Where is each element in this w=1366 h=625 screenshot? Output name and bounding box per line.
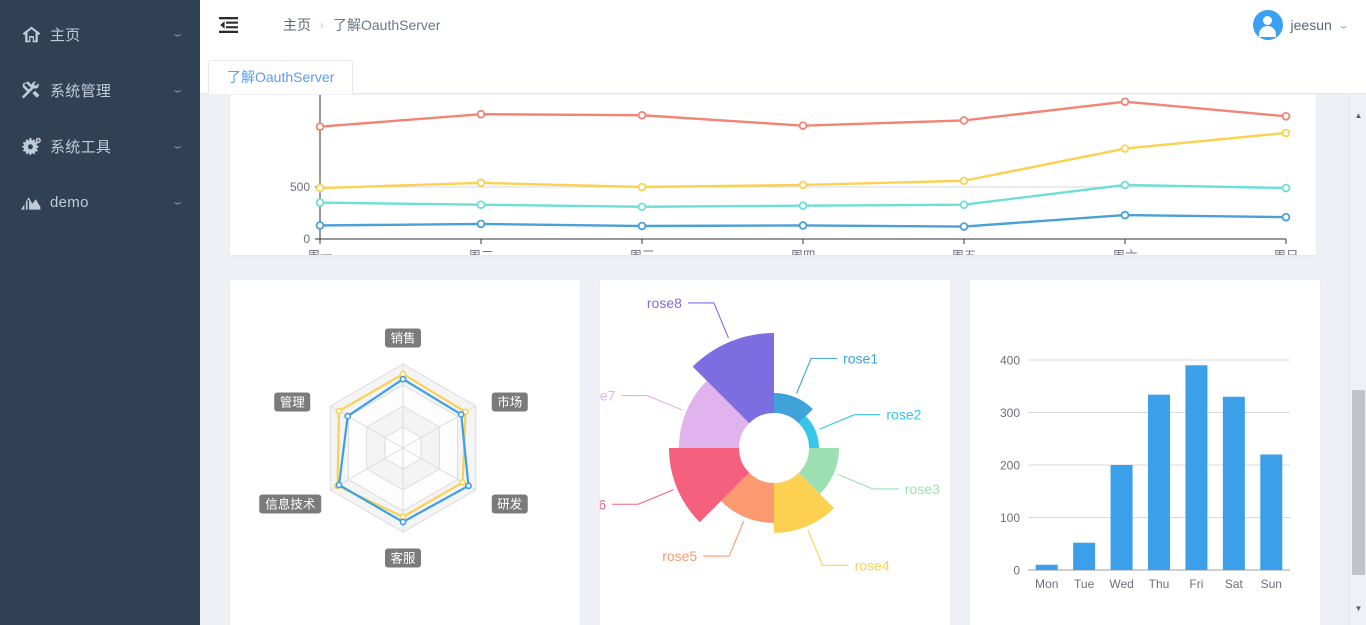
sidebar: 主页 ⌄ 系统管理 ⌄ 系统工具 ⌄ demo ⌄: [0, 0, 200, 625]
rose-slice-label: rose3: [905, 481, 940, 497]
sidebar-item-label: demo: [50, 193, 89, 211]
rose-slice: [798, 416, 819, 448]
rose-slice-label: rose6: [600, 496, 606, 512]
svg-text:销售: 销售: [390, 331, 415, 346]
svg-text:300: 300: [1000, 406, 1020, 420]
user-name: jeesun: [1290, 17, 1332, 33]
radar-axis-label: 信息技术: [259, 494, 322, 514]
bar: [1148, 394, 1170, 570]
chevron-down-icon: ⌄: [170, 84, 185, 95]
svg-text:客服: 客服: [390, 551, 416, 566]
chevron-right-icon: ›: [320, 18, 324, 32]
svg-text:信息技术: 信息技术: [265, 497, 316, 512]
app-root: 主页 ⌄ 系统管理 ⌄ 系统工具 ⌄ demo ⌄ 主页 › 了解OauthSe…: [0, 0, 1366, 625]
tab-label: 了解OauthServer: [227, 69, 335, 85]
sidebar-item-home[interactable]: 主页 ⌄: [0, 6, 200, 62]
bar-chart[interactable]: 0 100 200 300 400 Mon Tue Wed Thu Fri Sat Sun: [970, 280, 1320, 625]
scroll-down-arrow-icon[interactable]: ▼: [1350, 600, 1366, 617]
chevron-down-icon: ⌄: [1336, 20, 1350, 31]
svg-text:周六: 周六: [1112, 249, 1137, 255]
radar-axis-label: 市场: [491, 392, 528, 412]
rose-slice-label: rose8: [647, 295, 682, 311]
bar-x-label: Sat: [1225, 577, 1244, 591]
bar: [1110, 465, 1133, 570]
rose-slice-label: rose7: [600, 388, 616, 404]
chevron-down-icon: ⌄: [170, 140, 185, 151]
svg-text:0: 0: [1013, 564, 1020, 578]
breadcrumb: 主页 › 了解OauthServer: [283, 15, 440, 35]
sidebar-item-system-tools[interactable]: 系统工具 ⌄: [0, 118, 200, 174]
gears-icon: [20, 137, 42, 155]
breadcrumb-home[interactable]: 主页: [283, 15, 311, 35]
sidebar-item-system-management[interactable]: 系统管理 ⌄: [0, 62, 200, 118]
rose-slice-label: rose1: [843, 350, 878, 366]
scroll-up-arrow-icon[interactable]: ▲: [1350, 107, 1366, 124]
scrollbar-thumb[interactable]: [1352, 390, 1365, 575]
bar: [1035, 564, 1058, 570]
bar-x-label: Tue: [1074, 577, 1095, 591]
radar-axis-label: 销售: [385, 328, 421, 348]
bar-x-label: Fri: [1189, 577, 1203, 591]
rose-slice-label: rose5: [662, 548, 697, 564]
svg-text:研发: 研发: [497, 497, 523, 512]
chart-icon: [20, 195, 42, 210]
breadcrumb-current: 了解OauthServer: [333, 17, 441, 33]
user-avatar-icon: [1252, 10, 1283, 40]
radar-chart[interactable]: 销售市场研发客服 信息技术 管理: [230, 280, 580, 625]
svg-text:周五: 周五: [951, 249, 976, 255]
content-scroll-area: 0500周一周二周三周四周五周六周日 销售市场研发客服信息技术管理 rose1r…: [200, 95, 1366, 625]
user-menu[interactable]: jeesun ⌄: [1252, 0, 1350, 50]
svg-text:周四: 周四: [790, 249, 815, 255]
bar-x-label: Mon: [1035, 577, 1058, 591]
svg-text:管理: 管理: [280, 395, 306, 410]
line-chart-card: 0 500 周一 周二 周三 周四 周五 周六 周日: [230, 95, 1316, 255]
rose-chart-card: rose1 rose2 rose3 rose4 rose5 rose6 rose7 rose8: [600, 280, 950, 625]
bar: [1185, 365, 1208, 570]
svg-text:周二: 周二: [468, 249, 493, 255]
collapse-sidebar-icon[interactable]: [211, 0, 245, 50]
svg-text:0: 0: [303, 232, 310, 246]
chevron-down-icon: ⌄: [170, 28, 185, 39]
bar: [1222, 396, 1245, 570]
rose-slice-label: rose4: [855, 557, 890, 573]
bar-x-label: Thu: [1149, 577, 1170, 591]
radar-axis-label: 管理: [274, 392, 311, 412]
radar-axis-label: 客服: [385, 548, 421, 568]
svg-text:100: 100: [1000, 511, 1020, 525]
vertical-scrollbar[interactable]: ▲ ▼: [1349, 95, 1366, 625]
svg-text:周日: 周日: [1273, 249, 1298, 255]
rose-chart[interactable]: rose1 rose2 rose3 rose4 rose5 rose6 rose7 rose8: [600, 280, 950, 625]
sidebar-item-label: 系统工具: [50, 138, 112, 156]
bar-x-label: Wed: [1109, 577, 1133, 591]
sidebar-item-demo[interactable]: demo ⌄: [0, 174, 200, 230]
main-area: 主页 › 了解OauthServer jeesun ⌄ 了解OauthServe…: [200, 0, 1366, 625]
bar: [1073, 542, 1096, 570]
home-icon: [20, 26, 42, 43]
bar: [1260, 454, 1283, 570]
chevron-down-icon: ⌄: [170, 196, 185, 207]
sidebar-item-label: 主页: [50, 26, 81, 44]
tools-icon: [20, 81, 42, 99]
radar-chart-card: 销售市场研发客服 信息技术 管理: [230, 280, 580, 625]
svg-text:周三: 周三: [629, 249, 654, 255]
svg-text:市场: 市场: [497, 395, 522, 410]
tab-understand-oauthserver[interactable]: 了解OauthServer: [208, 60, 354, 94]
bar-x-label: Sun: [1261, 577, 1282, 591]
sidebar-item-label: 系统管理: [50, 82, 112, 100]
radar-axis-label: 研发: [491, 494, 528, 514]
tabs-bar: 了解OauthServer: [200, 50, 1366, 94]
top-navbar: 主页 › 了解OauthServer jeesun ⌄: [200, 0, 1366, 50]
svg-text:400: 400: [1000, 354, 1020, 368]
bar-chart-card: 0 100 200 300 400 Mon Tue Wed Thu Fri Sat Sun: [970, 280, 1320, 625]
svg-text:周一: 周一: [307, 249, 332, 255]
svg-text:200: 200: [1000, 459, 1020, 473]
line-chart[interactable]: 0 500 周一 周二 周三 周四 周五 周六 周日: [230, 95, 1316, 255]
rose-slice-label: rose2: [886, 407, 921, 423]
svg-text:500: 500: [290, 180, 310, 194]
